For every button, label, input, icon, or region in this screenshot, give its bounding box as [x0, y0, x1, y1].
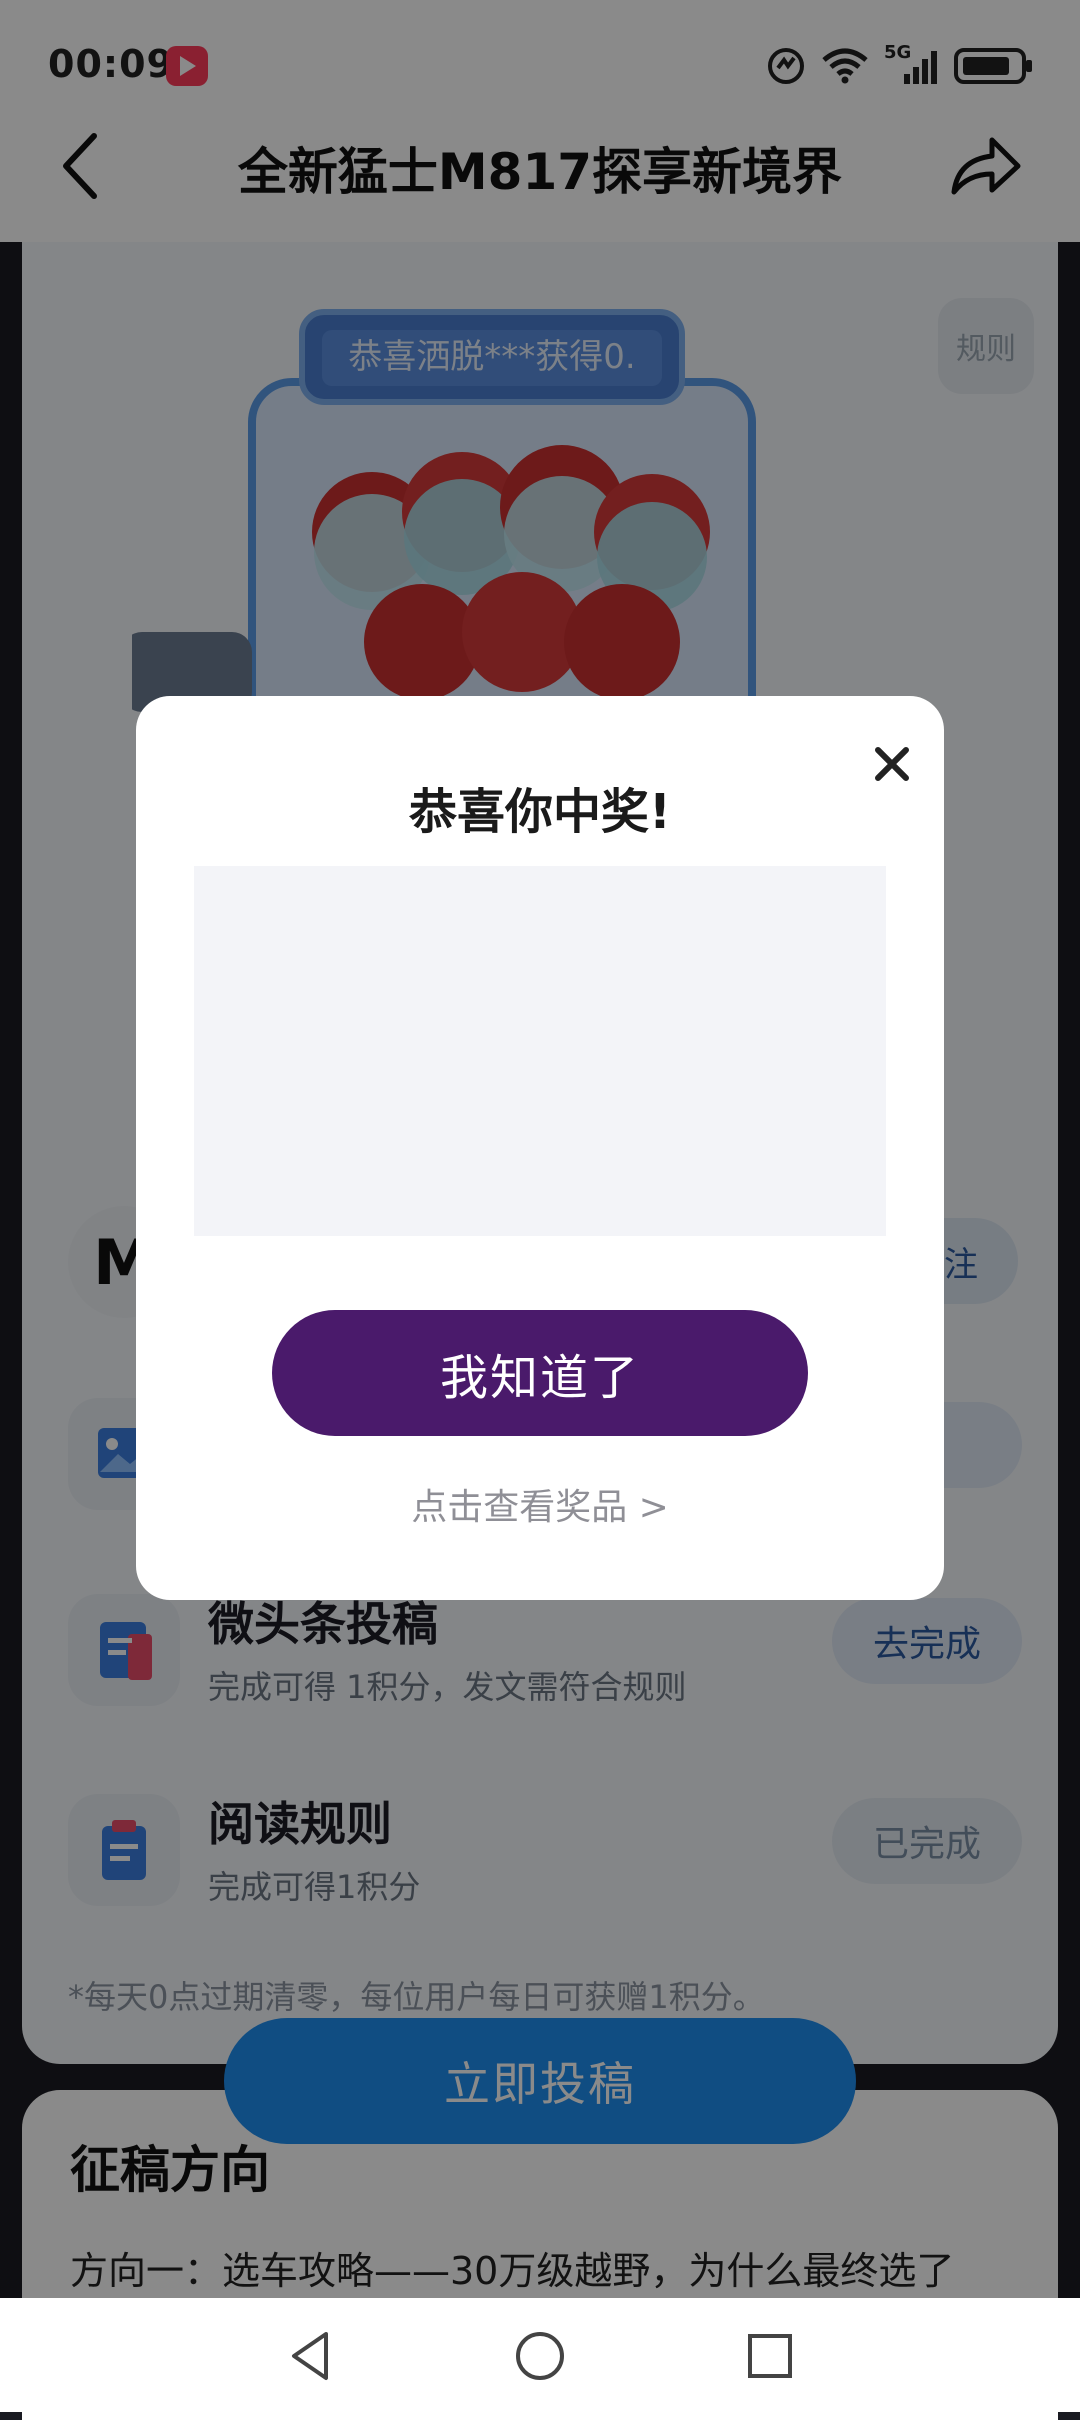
prize-image-placeholder	[194, 866, 886, 1236]
dialog-title: 恭喜你中奖!	[409, 784, 671, 840]
prize-dialog: 恭喜你中奖! 我知道了 点击查看奖品 >	[136, 696, 944, 1600]
nav-home-icon[interactable]	[510, 2326, 570, 2386]
system-navigation-bar	[0, 2298, 1080, 2412]
nav-back-icon[interactable]	[280, 2326, 340, 2386]
nav-recents-icon[interactable]	[740, 2326, 800, 2386]
confirm-button[interactable]: 我知道了	[272, 1310, 808, 1436]
view-prize-link[interactable]: 点击查看奖品 >	[136, 1478, 944, 1530]
